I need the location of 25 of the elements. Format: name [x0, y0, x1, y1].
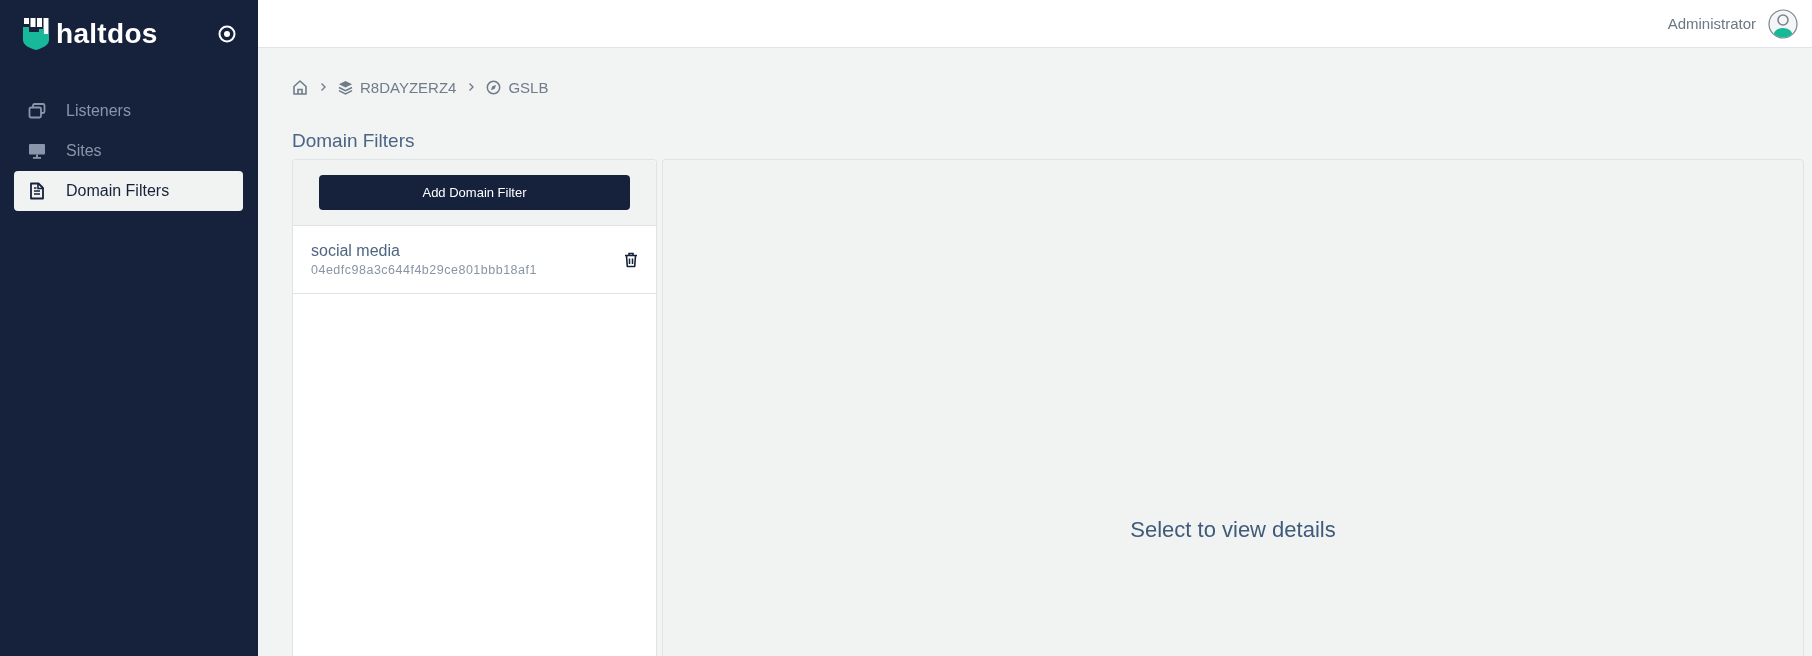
sidebar-item[interactable]: Domain Filters	[14, 171, 243, 211]
target-icon[interactable]	[218, 25, 236, 43]
windows-icon	[28, 102, 46, 120]
layers-icon	[338, 79, 353, 95]
user-name[interactable]: Administrator	[1667, 15, 1756, 32]
filter-name: social media	[311, 241, 401, 260]
chevron-icon	[468, 82, 475, 92]
filter-id: 04edfc98a3c644f4b29ce801bbb18af1	[311, 263, 537, 278]
avatar-icon[interactable]	[1768, 8, 1798, 39]
brand-name: haltdos	[56, 18, 158, 50]
chevron-icon	[320, 82, 326, 92]
sidebar-item[interactable]: Sites	[14, 131, 243, 171]
add-domain-filter-button[interactable]: Add Domain Filter	[319, 175, 630, 210]
document-icon	[28, 182, 46, 200]
sidebar-item[interactable]: Listeners	[14, 91, 243, 131]
logo-icon	[22, 18, 50, 50]
monitor-icon	[28, 142, 46, 160]
filter-list-item[interactable]: social media 04edfc98a3c644f4b29ce801bbb18af1	[293, 226, 656, 294]
page-title: Domain Filters	[292, 130, 415, 151]
empty-message: Select to view details	[1130, 516, 1336, 544]
home-icon[interactable]	[292, 79, 308, 95]
delete-icon[interactable]	[624, 251, 638, 268]
breadcrumb-link[interactable]: R8DAYZERZ4	[360, 78, 457, 96]
compass-icon	[486, 79, 502, 95]
breadcrumb-link[interactable]: GSLB	[508, 78, 549, 96]
